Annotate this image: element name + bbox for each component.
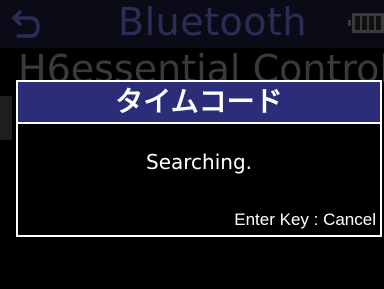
dialog-titlebar: タイムコード [18, 82, 380, 124]
background-list-bar [0, 96, 12, 140]
background-title: Bluetooth [118, 0, 307, 44]
back-arrow-icon [12, 10, 40, 38]
timecode-dialog: タイムコード Searching. Enter Key : Cancel [16, 80, 382, 237]
dialog-message: Searching. [146, 150, 252, 174]
cancel-hint[interactable]: Enter Key : Cancel [234, 210, 376, 230]
battery-icon [348, 13, 384, 33]
device-screen: Bluetooth H6essential Control タイムコード Sea… [0, 0, 384, 289]
dialog-title: タイムコード [115, 85, 283, 118]
background-header: Bluetooth [0, 0, 384, 48]
